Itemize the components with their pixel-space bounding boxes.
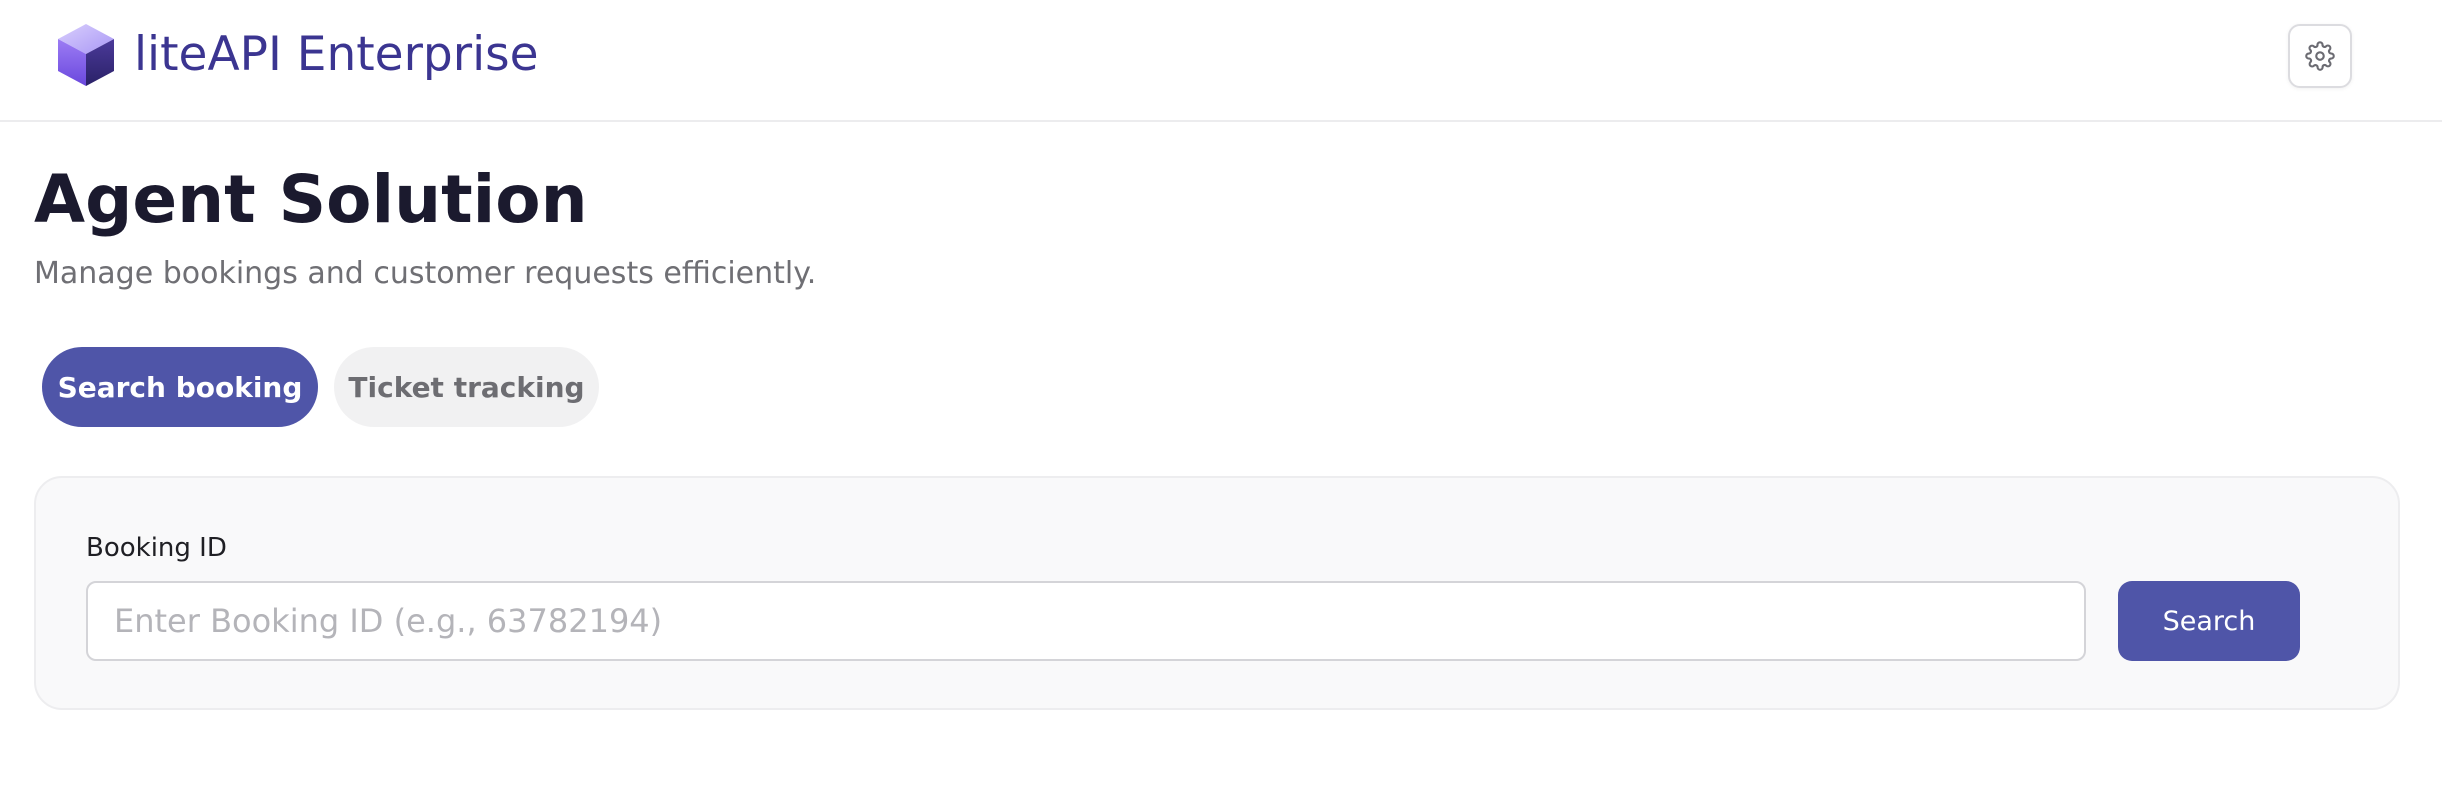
settings-button[interactable] xyxy=(2288,24,2352,88)
tab-ticket-tracking[interactable]: Ticket tracking xyxy=(334,347,599,427)
search-button[interactable]: Search xyxy=(2118,581,2300,661)
gear-icon xyxy=(2305,41,2335,71)
booking-id-label: Booking ID xyxy=(86,533,227,563)
cube-logo-icon xyxy=(58,24,114,86)
tab-search-booking[interactable]: Search booking xyxy=(42,347,318,427)
search-booking-card: Booking ID Search xyxy=(34,476,2400,710)
brand-name: liteAPI Enterprise xyxy=(134,27,539,82)
page-title: Agent Solution xyxy=(34,161,588,238)
page-subtitle: Manage bookings and customer requests ef… xyxy=(34,256,817,291)
top-bar: liteAPI Enterprise xyxy=(0,0,2442,122)
booking-id-input[interactable] xyxy=(86,581,2086,661)
